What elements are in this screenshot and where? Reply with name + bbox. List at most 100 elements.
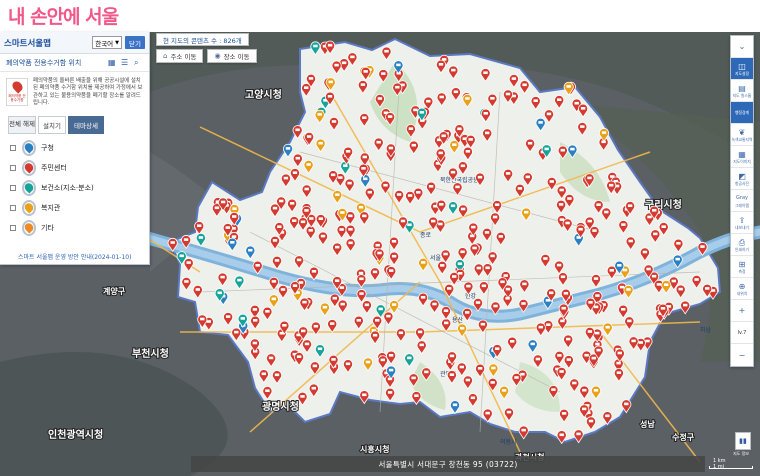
theme-title-row: 폐의약품 전용수거함 위치 ▦ ☰ ⌕ [0, 54, 149, 72]
category-item[interactable]: 주민센터 [10, 158, 139, 178]
print-icon: ⎙ [738, 237, 746, 247]
tab-install[interactable]: 설치기 [38, 115, 66, 134]
zoom-level: lv.7 [731, 322, 753, 344]
category-item[interactable]: 기타 [10, 218, 139, 238]
theme-title: 폐의약품 전용수거함 위치 [6, 58, 82, 67]
category-item[interactable]: 구청 [10, 138, 139, 158]
toolbar-label: 인쇄하기 [735, 246, 749, 252]
toolbar-item[interactable]: ◫ 지도설정 [731, 58, 753, 80]
toolbar-item[interactable]: 행정경계 [731, 102, 753, 124]
toolbar-item[interactable]: ⇪ 내보내기 [731, 212, 753, 234]
brand-logo[interactable]: 내 손안에 서울 [8, 2, 119, 29]
grid-icon: ▦ [738, 149, 746, 159]
category-checkbox[interactable] [10, 184, 16, 191]
toolbar-label: 지도 원스톱 [732, 92, 752, 98]
category-list: 구청 주민센터 보건소(지소·분소) 복지관 기타 [0, 138, 149, 238]
panel-tabs: 전체 해제 설치기 테마상세 [0, 115, 149, 134]
app-name[interactable]: 스마트서울맵 [4, 37, 92, 49]
place-label: 종로 [420, 232, 432, 239]
chevron-down-icon: ▼ [115, 39, 120, 46]
place-label: 한강 [465, 292, 477, 300]
layers-icon: ◫ [738, 61, 746, 71]
toolbar-item[interactable]: Gray 그레이맵 [731, 190, 753, 212]
content-count: 현 지도의 콘텐츠 수 : 826개 [156, 33, 249, 46]
notice-link[interactable]: 스마트 서울맵 운영 방안 안내(2024-01-10) [18, 252, 131, 261]
other-pin-icon [22, 219, 36, 236]
place-label: 고양시청 [245, 88, 282, 101]
toolbar-label: 그레이맵 [735, 202, 749, 208]
category-checkbox[interactable] [10, 224, 16, 231]
map-icon: ▤ [738, 83, 746, 93]
gray-map-icon: Gray [736, 194, 748, 201]
category-checkbox[interactable] [10, 164, 16, 171]
category-label: 기타 [41, 223, 54, 232]
zoom-out-button[interactable]: − [731, 344, 753, 366]
toolbar-label: 행정경계 [735, 110, 749, 115]
address-search-button[interactable]: ⌂ 주소 이동 [156, 49, 204, 63]
gu-office-pin-icon [22, 139, 36, 156]
place-label: 수정구 [672, 432, 695, 442]
place-label: 시흥시청 [360, 444, 389, 454]
search-icon[interactable]: ⌕ [134, 58, 143, 67]
scale-bar [709, 466, 753, 469]
place-label: 하남 [700, 326, 712, 334]
category-item[interactable]: 보건소(지소·분소) [10, 178, 139, 198]
list-view-icon[interactable]: ☰ [121, 58, 130, 67]
pin-icon [9, 79, 25, 94]
toolbar-label: 녹색교통지역 [731, 136, 753, 142]
toolbar-item[interactable]: ⊞ 측정 [731, 256, 753, 278]
welfare-center-pin-icon [22, 199, 36, 216]
toolbar-collapse[interactable]: ⌄ [731, 36, 753, 58]
place-label: 계양구 [103, 286, 126, 296]
close-panel-button[interactable]: 닫기 [125, 36, 145, 49]
chevron-down-icon: ⌄ [738, 42, 746, 51]
theme-panel: 스마트서울맵 한국어 ▼ 닫기 폐의약품 전용수거함 위치 ▦ ☰ ⌕ 폐의약품 … [0, 32, 150, 265]
leaf-icon: ❦ [738, 127, 746, 137]
category-checkbox[interactable] [10, 144, 16, 151]
toolbar-label: 내보내기 [735, 224, 749, 230]
map-info-icon: ▮▮ [739, 437, 747, 445]
language-select[interactable]: 한국어 ▼ [92, 36, 123, 49]
address-search-label: 주소 이동 [170, 53, 197, 61]
category-checkbox[interactable] [10, 204, 16, 211]
health-center-pin-icon [22, 179, 36, 196]
tab-theme-detail[interactable]: 테마상세 [68, 115, 104, 134]
toolbar-label: 측정 [738, 268, 746, 274]
search-buttons: ⌂ 주소 이동 ◉ 장소 이동 [156, 49, 261, 63]
map-scale: 1 km 1 mi [707, 458, 755, 471]
map-toolbar: ⌄ ◫ 지도설정 ▤ 지도 원스톱 행정경계 ❦ 녹색교통지역 ▦ 지도이미지 ◩ 항공사… [730, 35, 754, 367]
toolbar-item[interactable]: ▤ 지도 원스톱 [731, 80, 753, 102]
toolbar-item[interactable]: ◩ 항공사진 [731, 168, 753, 190]
toolbar-item[interactable]: ⎙ 인쇄하기 [731, 234, 753, 256]
place-label: 성남 [640, 419, 655, 429]
toolbar-item[interactable]: ❦ 녹색교통지역 [731, 124, 753, 146]
place-label: 의왕시 [500, 438, 517, 446]
category-item[interactable]: 복지관 [10, 198, 139, 218]
place-label: 광명시청 [262, 400, 299, 413]
toolbar-item[interactable]: ⊕ 내위치 [731, 278, 753, 300]
share-icon: ⇪ [738, 215, 746, 225]
satellite-icon: ◩ [738, 171, 746, 181]
community-center-pin-icon [22, 159, 36, 176]
category-label: 주민센터 [41, 163, 67, 172]
theme-thumbnail: 폐의약품 전용수거함 [6, 78, 28, 106]
home-icon: ⌂ [163, 52, 168, 60]
place-search-button[interactable]: ◉ 장소 이동 [207, 49, 257, 63]
place-label: 서울 [430, 254, 442, 262]
zoom-out-icon: − [738, 350, 746, 360]
description-text: 폐의약품의 올바른 배출을 위해 공공시설에 설치된 폐의약품 수거함 위치를 … [33, 78, 143, 107]
category-label: 복지관 [41, 203, 61, 212]
measure-icon: ⊞ [738, 259, 746, 269]
category-label: 구청 [41, 143, 54, 152]
toolbar-label: 내위치 [736, 290, 748, 296]
tab-clear-all[interactable]: 전체 해제 [8, 115, 36, 134]
zoom-in-button[interactable]: + [731, 300, 753, 322]
toolbar-item[interactable]: ▦ 지도이미지 [731, 146, 753, 168]
map-info-button[interactable]: ▮▮ [735, 432, 751, 450]
place-search-label: 장소 이동 [223, 53, 250, 61]
grid-view-icon[interactable]: ▦ [108, 58, 117, 67]
theme-thumbnail-label: 폐의약품 전용수거함 [8, 94, 26, 102]
toolbar-label: 지도설정 [735, 70, 749, 76]
brand-strip: 내 손안에 서울 [0, 0, 760, 36]
address-bar: 서울특별시 서대문구 창천동 95 (03722) [191, 456, 705, 472]
